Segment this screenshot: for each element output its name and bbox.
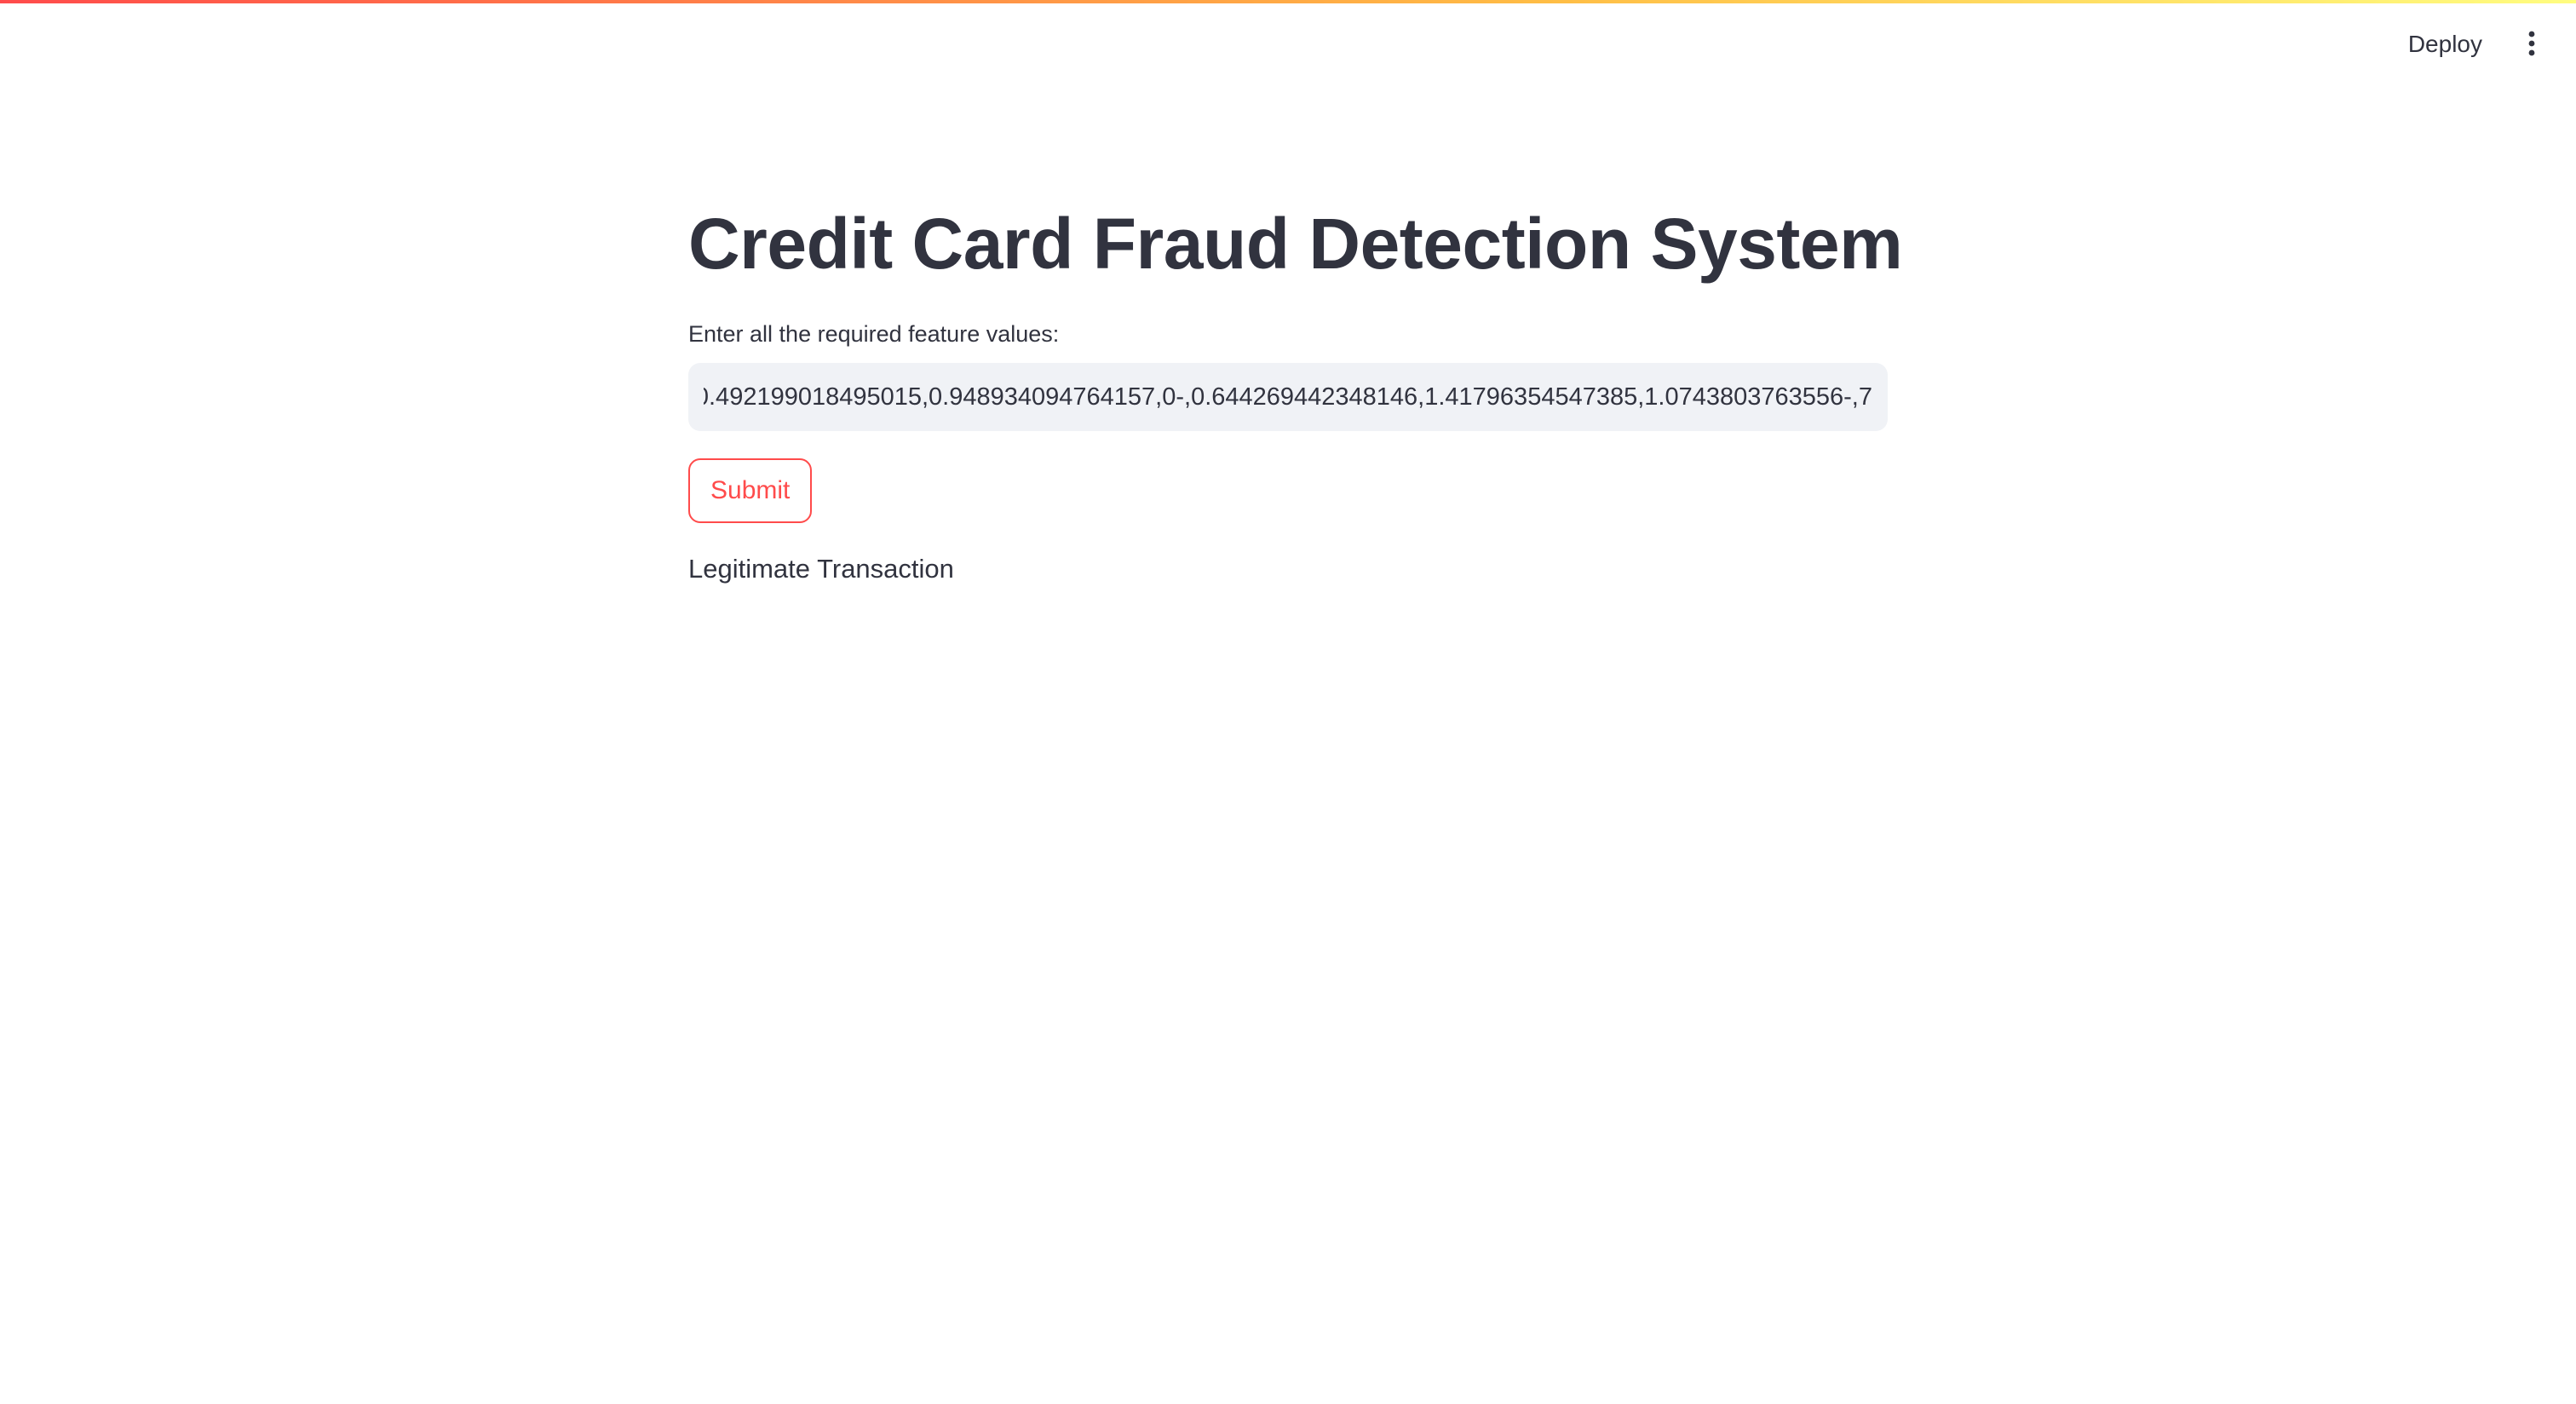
prediction-result: Legitimate Transaction	[688, 554, 954, 584]
main-menu-button[interactable]	[2510, 22, 2554, 66]
feature-values-input[interactable]	[688, 363, 1888, 431]
page-title: Credit Card Fraud Detection System	[688, 204, 1903, 284]
feature-input-label: Enter all the required feature values:	[688, 321, 1060, 347]
vertical-ellipsis-icon	[2527, 31, 2536, 59]
feature-input-container	[688, 363, 1888, 431]
submit-button[interactable]: Submit	[688, 458, 813, 523]
main-content: Credit Card Fraud Detection System Enter…	[688, 170, 1903, 590]
deploy-button[interactable]: Deploy	[2393, 22, 2498, 66]
app-header: Deploy	[0, 3, 2576, 80]
